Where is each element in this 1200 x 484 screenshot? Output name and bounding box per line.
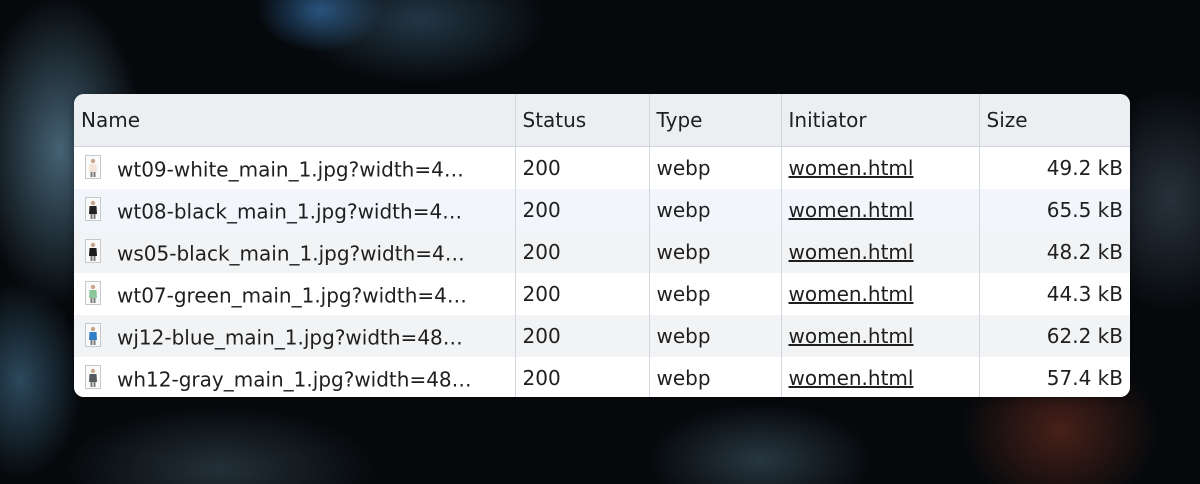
cell-status: 200 (515, 273, 650, 315)
image-thumbnail-icon (85, 280, 101, 305)
network-requests-panel: Name Status Type Initiator Size wt09-whi… (74, 94, 1130, 397)
cell-status: 200 (515, 315, 650, 357)
table-row[interactable]: ws05-black_main_1.jpg?width=4… 200 webp wom… (74, 231, 1130, 273)
table-header-row: Name Status Type Initiator Size (74, 94, 1130, 147)
request-name: wj12-blue_main_1.jpg?width=48… (117, 325, 463, 350)
cell-name[interactable]: wt09-white_main_1.jpg?width=4… (74, 146, 516, 189)
image-thumbnail-icon (85, 238, 101, 263)
cell-type: webp (649, 231, 782, 273)
column-header-name[interactable]: Name (74, 94, 516, 147)
cell-name[interactable]: wj12-blue_main_1.jpg?width=48… (74, 315, 516, 357)
cell-name[interactable]: wh12-gray_main_1.jpg?width=48… (74, 357, 516, 397)
column-header-initiator[interactable]: Initiator (781, 94, 980, 147)
cell-name[interactable]: wt08-black_main_1.jpg?width=4… (74, 189, 516, 231)
image-thumbnail-icon (85, 364, 101, 389)
cell-type: webp (649, 315, 782, 357)
cell-type: webp (649, 357, 782, 397)
cell-initiator: women.html (781, 273, 980, 315)
cell-initiator: women.html (781, 146, 980, 189)
initiator-link[interactable]: women.html (789, 324, 914, 348)
cell-initiator: women.html (781, 231, 980, 273)
cell-name[interactable]: wt07-green_main_1.jpg?width=4… (74, 273, 516, 315)
cell-status: 200 (515, 231, 650, 273)
cell-type: webp (649, 273, 782, 315)
cell-initiator: women.html (781, 315, 980, 357)
column-header-size[interactable]: Size (979, 94, 1130, 147)
cell-size: 57.4 kB (1046, 366, 1123, 390)
cell-size: 48.2 kB (1046, 240, 1123, 264)
image-thumbnail-icon (85, 196, 101, 221)
cell-size: 49.2 kB (1046, 156, 1123, 180)
table-row[interactable]: wt07-green_main_1.jpg?width=4… 200 webp wom… (74, 273, 1130, 315)
network-table: Name Status Type Initiator Size wt09-whi… (74, 94, 1130, 397)
column-header-type[interactable]: Type (649, 94, 782, 147)
table-row[interactable]: wt08-black_main_1.jpg?width=4… 200 webp wom… (74, 189, 1130, 231)
image-thumbnail-icon (85, 154, 101, 179)
request-name: wt07-green_main_1.jpg?width=4… (117, 283, 467, 308)
cell-type: webp (649, 146, 782, 189)
image-thumbnail-icon (85, 322, 101, 347)
cell-initiator: women.html (781, 189, 980, 231)
cell-size: 65.5 kB (1046, 198, 1123, 222)
table-row[interactable]: wj12-blue_main_1.jpg?width=48… 200 webp wom… (74, 315, 1130, 357)
cell-size: 44.3 kB (1046, 282, 1123, 306)
cell-status: 200 (515, 146, 650, 189)
initiator-link[interactable]: women.html (789, 156, 914, 180)
initiator-link[interactable]: women.html (789, 366, 914, 390)
initiator-link[interactable]: women.html (789, 240, 914, 264)
initiator-link[interactable]: women.html (789, 198, 914, 222)
cell-name[interactable]: ws05-black_main_1.jpg?width=4… (74, 231, 516, 273)
table-row[interactable]: wh12-gray_main_1.jpg?width=48… 200 webp wom… (74, 357, 1130, 397)
cell-initiator: women.html (781, 357, 980, 397)
cell-size: 62.2 kB (1046, 324, 1123, 348)
cell-status: 200 (515, 189, 650, 231)
request-name: ws05-black_main_1.jpg?width=4… (117, 241, 465, 266)
request-name: wh12-gray_main_1.jpg?width=48… (117, 367, 472, 392)
column-header-status[interactable]: Status (515, 94, 650, 147)
cell-type: webp (649, 189, 782, 231)
cell-status: 200 (515, 357, 650, 397)
table-row[interactable]: wt09-white_main_1.jpg?width=4… 200 webp wom… (74, 146, 1130, 189)
request-name: wt08-black_main_1.jpg?width=4… (117, 199, 463, 224)
initiator-link[interactable]: women.html (789, 282, 914, 306)
request-name: wt09-white_main_1.jpg?width=4… (117, 157, 464, 182)
